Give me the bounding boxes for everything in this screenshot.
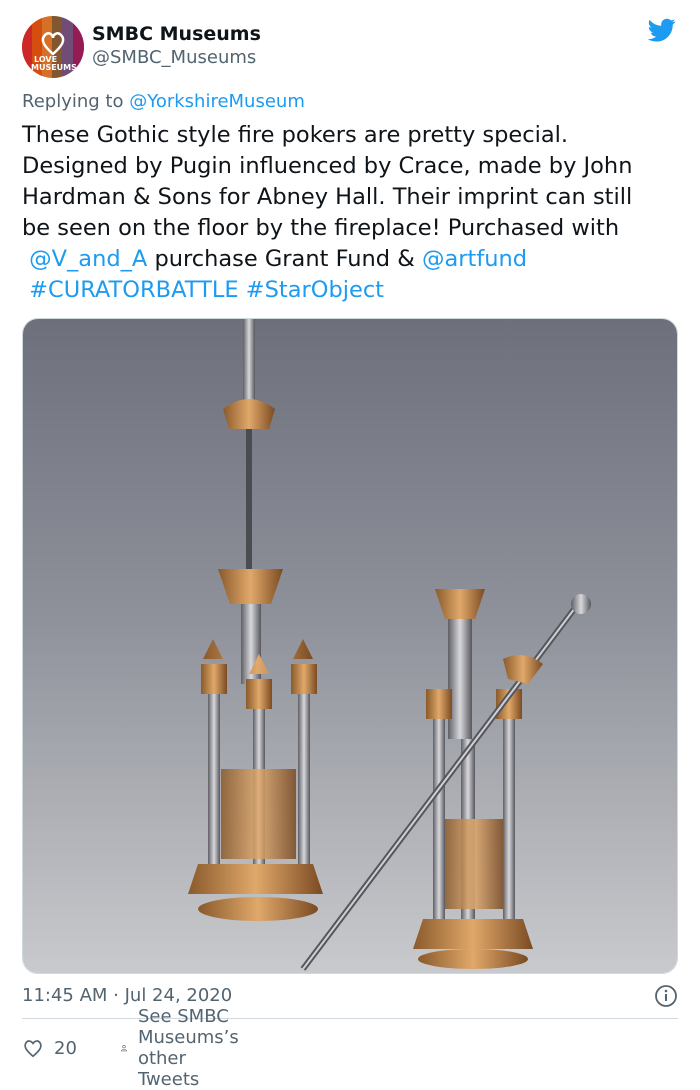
handle[interactable]: @SMBC_Museums <box>92 46 261 70</box>
person-icon <box>121 1045 127 1052</box>
tweet-line: be seen on the floor by the fireplace! P… <box>22 215 620 241</box>
tweet-line: #CURATORBATTLE #StarObject <box>22 275 682 306</box>
tweet-line: Hardman & Sons for Abney Hall. Their imp… <box>22 184 633 210</box>
avatar-image: LOVE MUSEUMS <box>22 16 84 78</box>
reply-prefix: Replying to <box>22 91 124 112</box>
avatar[interactable]: LOVE MUSEUMS <box>22 16 84 78</box>
reply-context: Replying to @YorkshireMuseum <box>22 90 305 114</box>
avatar-text-bottom: MUSEUMS <box>31 63 77 72</box>
hashtag-link[interactable]: #CURATORBATTLE <box>29 277 238 303</box>
tweet-header: LOVE MUSEUMS SMBC Museums @SMBC_Museums <box>22 16 682 78</box>
display-name[interactable]: SMBC Museums <box>92 22 261 46</box>
mention-link[interactable]: @artfund <box>422 246 527 272</box>
see-other-tweets-link[interactable]: See SMBC Museums’s other Tweets <box>120 1006 253 1090</box>
tweet-line: These Gothic style fire pokers are prett… <box>22 122 569 148</box>
like-button[interactable]: 20 <box>22 1034 77 1062</box>
reply-to-link[interactable]: @YorkshireMuseum <box>129 91 305 112</box>
hashtag-link[interactable]: #StarObject <box>246 277 384 303</box>
heart-icon <box>24 1040 42 1058</box>
tweet-line: Designed by Pugin influenced by Crace, m… <box>22 153 633 179</box>
divider <box>22 1018 678 1019</box>
info-icon[interactable] <box>654 984 678 1008</box>
twitter-bird-icon[interactable] <box>646 16 678 44</box>
fire-pokers-photo <box>23 319 677 973</box>
tweet-media-photo[interactable] <box>22 318 678 974</box>
tweet-timestamp[interactable]: 11:45 AM · Jul 24, 2020 <box>22 984 232 1008</box>
author-names: SMBC Museums @SMBC_Museums <box>92 22 261 70</box>
tweet-line: @V_and_A purchase Grant Fund & @artfund <box>22 244 682 275</box>
tweet-text: These Gothic style fire pokers are prett… <box>22 120 682 306</box>
tweet-fragment: purchase Grant Fund & <box>154 246 415 272</box>
like-count: 20 <box>54 1037 77 1059</box>
see-other-tweets-label: See SMBC Museums’s other Tweets <box>137 1006 239 1090</box>
mention-link[interactable]: @V_and_A <box>29 246 147 272</box>
